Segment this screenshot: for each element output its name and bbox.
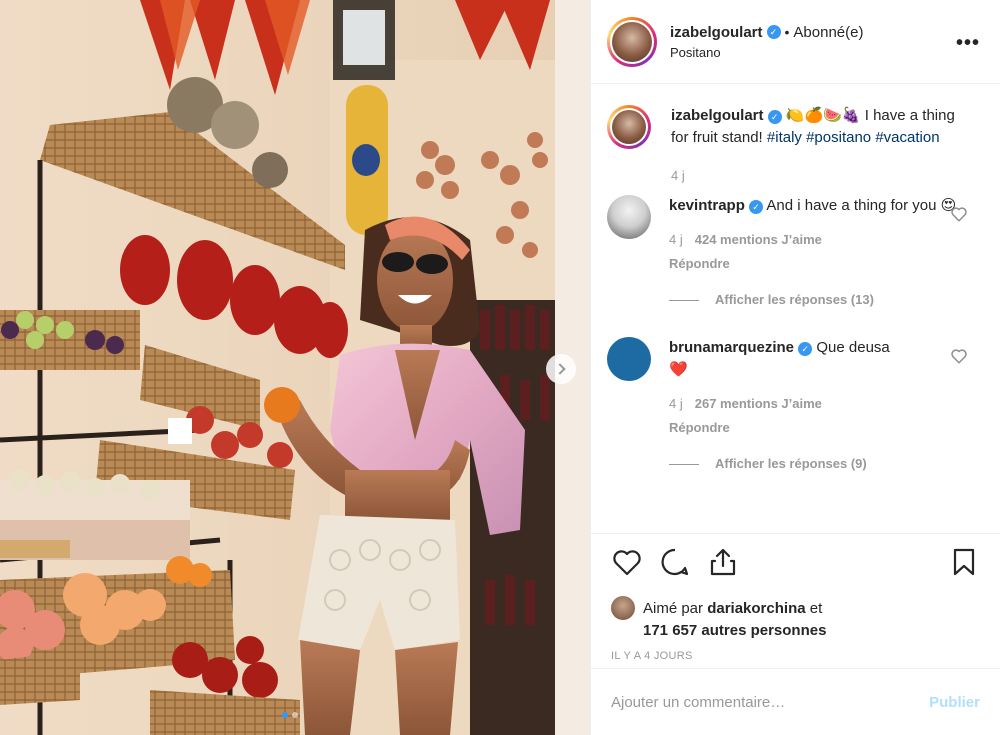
comment-icon[interactable] — [659, 546, 691, 578]
reply-button[interactable]: Répondre — [669, 253, 959, 275]
header-separator: • — [784, 24, 790, 40]
view-replies-button[interactable]: Afficher les réponses (9) — [669, 453, 959, 475]
verified-icon: ✓ — [766, 25, 781, 39]
comments-list[interactable]: izabelgoulart ✓ 🍋🍊🍉🍇 I have a thing for … — [591, 85, 1000, 533]
post-header: izabelgoulart ✓ • Abonné(e) Positano ••• — [591, 0, 1000, 84]
likes-summary[interactable]: Aimé par dariakorchina et 171 657 autres… — [611, 596, 980, 642]
author-avatar[interactable] — [607, 16, 657, 67]
carousel-dots — [282, 712, 298, 718]
comment-like-heart-icon[interactable] — [950, 347, 968, 365]
post-actions: Aimé par dariakorchina et 171 657 autres… — [591, 533, 1000, 668]
liker-username[interactable]: dariakorchina — [707, 600, 805, 617]
carousel-dot — [292, 712, 298, 718]
hashtag-link[interactable]: #italy — [767, 129, 802, 146]
heart-icon[interactable] — [611, 546, 643, 578]
share-icon[interactable] — [707, 546, 739, 578]
caption-username[interactable]: izabelgoulart — [671, 107, 764, 124]
likes-connector: et — [809, 600, 823, 617]
instagram-post: izabelgoulart ✓ • Abonné(e) Positano •••… — [0, 0, 1000, 735]
post-side-panel: izabelgoulart ✓ • Abonné(e) Positano •••… — [590, 0, 1000, 735]
comment-text: Que deusa — [816, 339, 890, 356]
comment-like-heart-icon[interactable] — [950, 205, 968, 223]
author-username[interactable]: izabelgoulart — [670, 24, 763, 41]
comment-item: kevintrapp ✓ And i have a thing for you … — [607, 195, 984, 311]
view-replies-label: Afficher les réponses (9) — [715, 456, 867, 471]
more-icon[interactable]: ••• — [956, 32, 980, 55]
comment-time[interactable]: 4 j — [669, 393, 683, 415]
verified-icon: ✓ — [798, 342, 813, 356]
commenter-avatar[interactable] — [607, 195, 651, 239]
verified-icon: ✓ — [749, 200, 764, 214]
view-replies-label: Afficher les réponses (13) — [715, 292, 874, 307]
comment-likes[interactable]: 267 mentions J’aime — [695, 393, 822, 415]
commenter-username[interactable]: brunamarquezine — [669, 339, 794, 356]
publish-button[interactable]: Publier — [929, 694, 980, 711]
caption: izabelgoulart ✓ 🍋🍊🍉🍇 I have a thing for … — [607, 105, 984, 187]
comment-emoji: ❤️ — [669, 361, 688, 378]
fruit-stand-photo — [0, 0, 590, 735]
bookmark-icon[interactable] — [948, 546, 980, 578]
likes-others-count[interactable]: 171 657 autres personnes — [643, 622, 826, 639]
post-photo[interactable] — [0, 0, 590, 735]
carousel-dot-active — [282, 712, 288, 718]
comment-likes[interactable]: 424 mentions J’aime — [695, 229, 822, 251]
add-comment-bar: Publier — [591, 668, 1000, 735]
commenter-avatar[interactable] — [607, 337, 651, 381]
hashtag-link[interactable]: #positano — [806, 129, 871, 146]
follow-status-button[interactable]: Abonné(e) — [793, 24, 863, 41]
commenter-username[interactable]: kevintrapp — [669, 197, 745, 214]
comment-text: And i have a thing for you — [766, 197, 937, 214]
likes-prefix: Aimé par — [643, 600, 704, 617]
comment-input[interactable] — [611, 693, 930, 711]
reply-button[interactable]: Répondre — [669, 417, 959, 439]
caption-avatar[interactable] — [607, 105, 651, 149]
post-timestamp[interactable]: IL Y A 4 JOURS — [611, 650, 980, 662]
comment-item: brunamarquezine ✓ Que deusa ❤️ 4 j 267 m… — [607, 337, 984, 475]
verified-icon: ✓ — [767, 110, 782, 124]
post-location[interactable]: Positano — [670, 45, 863, 60]
carousel-next-button[interactable] — [546, 354, 576, 384]
caption-time[interactable]: 4 j — [671, 165, 685, 187]
comment-time[interactable]: 4 j — [669, 229, 683, 251]
hashtag-link[interactable]: #vacation — [875, 129, 939, 146]
view-replies-button[interactable]: Afficher les réponses (13) — [669, 289, 959, 311]
liker-avatar[interactable] — [611, 596, 635, 620]
caption-emojis: 🍋🍊🍉🍇 — [785, 107, 861, 124]
chevron-right-icon — [553, 363, 566, 375]
